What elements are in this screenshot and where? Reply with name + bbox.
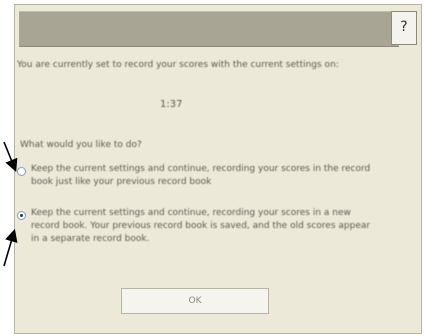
- help-button[interactable]: ?: [391, 11, 417, 45]
- current-value: 1:37: [160, 99, 183, 110]
- dialog-message: You are currently set to record your sco…: [17, 60, 339, 70]
- option-2-label[interactable]: Keep the current settings and continue, …: [31, 207, 371, 246]
- ok-button[interactable]: OK: [121, 288, 269, 314]
- option-2-radio[interactable]: [17, 211, 26, 220]
- option-1-radio[interactable]: [17, 167, 26, 176]
- title-bar: [19, 11, 399, 47]
- arrow-to-option-2: [3, 228, 18, 267]
- question-label: What would you like to do?: [20, 140, 142, 150]
- option-1-label[interactable]: Keep the current settings and continue, …: [31, 163, 371, 189]
